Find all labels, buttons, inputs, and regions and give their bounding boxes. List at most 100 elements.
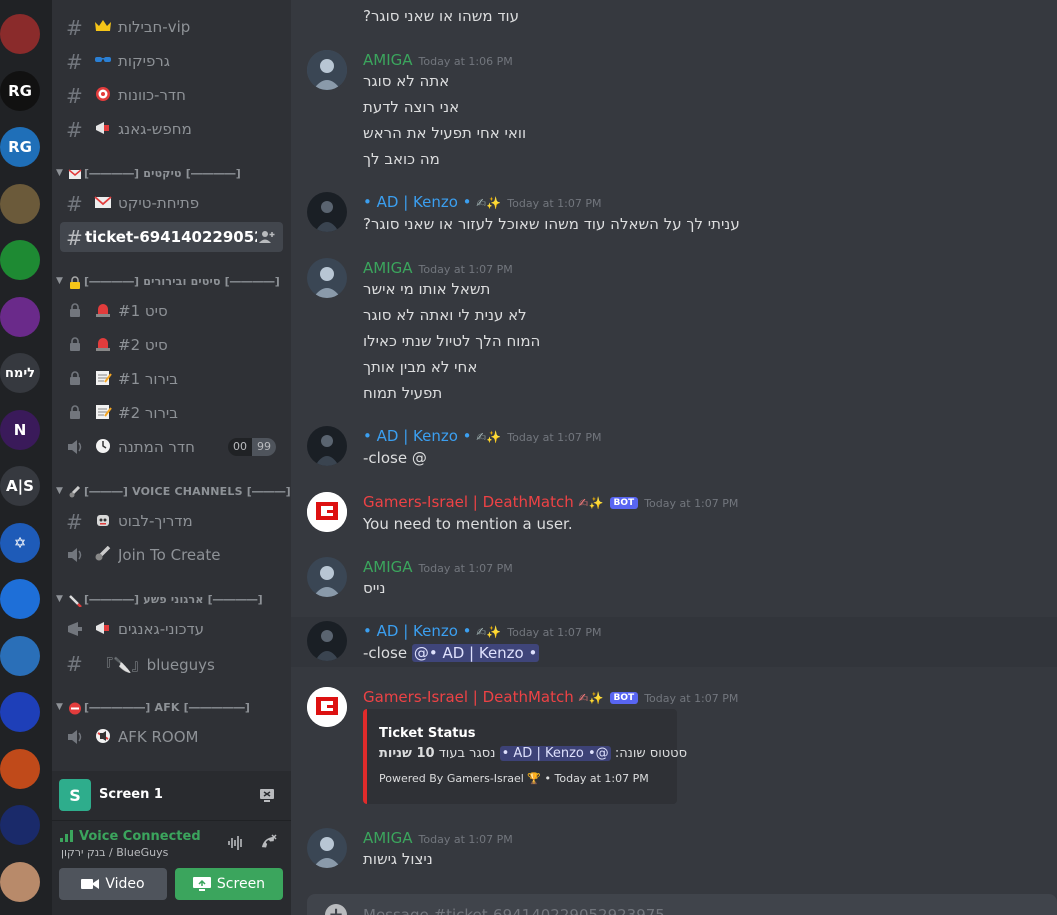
message-composer[interactable]: + Message #ticket-694140229052923975 bbox=[307, 894, 1057, 915]
server-icon-7[interactable]: לימח bbox=[0, 353, 40, 393]
channel-afk-room[interactable]: AFK ROOM bbox=[60, 722, 283, 752]
channel-blueguys[interactable]: # 『🔪』blueguys bbox=[60, 648, 283, 678]
noise-suppression-icon[interactable] bbox=[227, 835, 245, 851]
category-afk[interactable]: ▼ [―――――] AFK [―――――] bbox=[56, 700, 286, 718]
server-icon-12[interactable] bbox=[0, 635, 40, 676]
server-icon-16[interactable] bbox=[0, 861, 40, 902]
channel-gang-search[interactable]: # מחפש-גאנג bbox=[60, 114, 283, 144]
channel-aim-room[interactable]: # חדר-כוונות bbox=[60, 80, 283, 110]
add-member-icon[interactable] bbox=[259, 230, 275, 244]
channel-vip[interactable]: # חבילות-vip bbox=[60, 12, 283, 42]
hashtag-icon: # bbox=[66, 192, 83, 216]
user-limit-badge: 00 99 bbox=[228, 438, 276, 456]
server-icon-5[interactable] bbox=[0, 240, 40, 280]
message-text: ניצול גישות bbox=[363, 850, 433, 868]
server-icon-10[interactable]: ✡ bbox=[0, 522, 40, 563]
author-name[interactable]: AMIGA Today at 1:06 PM bbox=[363, 51, 513, 69]
channel-join-to-create[interactable]: Join To Create bbox=[60, 540, 283, 570]
avatar-kenzo[interactable] bbox=[307, 192, 347, 232]
server-icon-11[interactable] bbox=[0, 579, 40, 619]
composer-placeholder: Message #ticket-694140229052923975 bbox=[363, 906, 665, 915]
user-mention[interactable]: @• AD | Kenzo • bbox=[499, 746, 611, 761]
author-name[interactable]: AMIGA Today at 1:07 PM bbox=[363, 829, 513, 847]
disconnect-icon[interactable] bbox=[258, 833, 278, 851]
channel-current-ticket[interactable]: # ticket-694140229052... bbox=[60, 222, 283, 252]
channel-bot-guide[interactable]: # מדריך-לבוט bbox=[60, 506, 283, 536]
stop-stream-icon[interactable] bbox=[259, 787, 275, 803]
server-icon-14[interactable] bbox=[0, 748, 40, 789]
user-limit: 99 bbox=[252, 438, 276, 456]
author-name[interactable]: • AD | Kenzo • ✍✨ Today at 1:07 PM bbox=[363, 427, 601, 445]
microphone-icon bbox=[69, 486, 81, 498]
message-text: You need to mention a user. bbox=[363, 515, 573, 533]
channel-waiting-room[interactable]: חדר המתנה 00 99 bbox=[60, 432, 283, 462]
hashtag-icon: # bbox=[66, 84, 83, 108]
server-icon-4[interactable] bbox=[0, 183, 40, 224]
channel-check-1[interactable]: בירור #1 bbox=[60, 364, 283, 394]
message-text: אני רוצה לדעת bbox=[363, 98, 460, 116]
message-text: מה כואב לך bbox=[363, 150, 440, 168]
channel-sit-1[interactable]: סיט #1 bbox=[60, 296, 283, 326]
channel-graphics[interactable]: # גרפיקות bbox=[60, 46, 283, 76]
embed-body: סטטוס שונה: @• AD | Kenzo • נסגר בעוד 10… bbox=[379, 746, 688, 761]
category-label: [――――] טיקטים [――――] bbox=[84, 167, 241, 180]
channel-sit-2[interactable]: סיט #2 bbox=[60, 330, 283, 360]
avatar-amiga[interactable] bbox=[307, 258, 347, 298]
avatar-kenzo[interactable] bbox=[307, 426, 347, 466]
server-icon-13[interactable] bbox=[0, 692, 40, 732]
upload-plus-icon[interactable]: + bbox=[325, 904, 347, 915]
category-label: [――――] סיטים ובירורים [――――] bbox=[84, 275, 280, 288]
server-icon-15[interactable] bbox=[0, 805, 40, 845]
author-name[interactable]: Gamers-Israel | DeathMatch ✍✨ BOT Today at… bbox=[363, 493, 738, 511]
channel-open-ticket[interactable]: # פתיחת-טיקט bbox=[60, 188, 283, 218]
server-icon-3[interactable]: RG bbox=[0, 127, 40, 167]
server-icon-2[interactable]: RG bbox=[0, 70, 40, 111]
clock-icon bbox=[96, 439, 110, 453]
message-text: -close @ bbox=[363, 449, 427, 467]
avatar-kenzo[interactable] bbox=[307, 621, 347, 661]
channel-label: מחפש-גאנג bbox=[118, 120, 192, 138]
timestamp: Today at 1:07 PM bbox=[507, 197, 602, 210]
memo-icon bbox=[96, 405, 112, 419]
channel-label: גרפיקות bbox=[118, 52, 170, 70]
user-mention[interactable]: @• AD | Kenzo • bbox=[411, 644, 540, 662]
command-text: -close bbox=[363, 644, 408, 662]
channel-check-2[interactable]: בירור #2 bbox=[60, 398, 283, 428]
hashtag-icon: # bbox=[66, 510, 83, 534]
video-button[interactable]: Video bbox=[59, 868, 167, 900]
avatar-amiga[interactable] bbox=[307, 50, 347, 90]
author-name[interactable]: AMIGA Today at 1:07 PM bbox=[363, 558, 513, 576]
avatar-amiga[interactable] bbox=[307, 557, 347, 597]
category-voice-channels[interactable]: ▼ [―――] VOICE CHANNELS [―――] bbox=[56, 484, 291, 502]
message-text: תשאל אותו מי אישר bbox=[363, 280, 491, 298]
avatar-gamers-israel[interactable] bbox=[307, 492, 347, 532]
server-icon-8[interactable]: N bbox=[0, 409, 40, 450]
category-crime-orgs[interactable]: ▼ [――――] ארגוני פשע [――――] bbox=[56, 592, 286, 610]
message: AMIGA Today at 1:07 PM נייס bbox=[291, 551, 1057, 605]
channel-label: מדריך-לבוט bbox=[118, 512, 193, 530]
voice-connected-panel: Voice Connected בנק ירקון / BlueGuys Vid… bbox=[52, 821, 291, 915]
category-tickets[interactable]: ▼ [――――] טיקטים [――――] bbox=[56, 166, 286, 184]
message: AMIGA Today at 1:07 PM תשאל אותו מי אישר … bbox=[291, 252, 1057, 412]
screen-button[interactable]: Screen bbox=[175, 868, 283, 900]
author-name[interactable]: AMIGA Today at 1:07 PM bbox=[363, 259, 513, 277]
server-rail: RG RG לימח N A|S ✡ bbox=[0, 0, 52, 915]
author-name[interactable]: • AD | Kenzo • ✍✨ Today at 1:07 PM bbox=[363, 622, 601, 640]
channel-gang-updates[interactable]: עדכוני-גאנגים bbox=[60, 614, 283, 644]
server-icon-6[interactable] bbox=[0, 296, 40, 337]
lock-icon bbox=[70, 405, 80, 419]
avatar-gamers-israel[interactable] bbox=[307, 687, 347, 727]
server-icon-1[interactable] bbox=[0, 14, 40, 54]
author-name[interactable]: Gamers-Israel | DeathMatch ✍✨ BOT Today at… bbox=[363, 688, 738, 706]
voice-status[interactable]: Voice Connected bbox=[79, 829, 201, 844]
message: Gamers-Israel | DeathMatch ✍✨ BOT Today at… bbox=[291, 486, 1057, 540]
category-label: [――――] ארגוני פשע [――――] bbox=[84, 593, 263, 606]
siren-icon bbox=[96, 304, 110, 317]
server-icon-9[interactable]: A|S bbox=[0, 466, 40, 506]
chevron-down-icon: ▼ bbox=[56, 168, 63, 178]
message: • AD | Kenzo • ✍✨ Today at 1:07 PM עניתי … bbox=[291, 186, 1057, 240]
author-name[interactable]: • AD | Kenzo • ✍✨ Today at 1:07 PM bbox=[363, 193, 601, 211]
category-sits[interactable]: ▼ [――――] סיטים ובירורים [――――] bbox=[56, 274, 286, 292]
avatar-amiga[interactable] bbox=[307, 828, 347, 868]
lock-icon bbox=[70, 371, 80, 385]
